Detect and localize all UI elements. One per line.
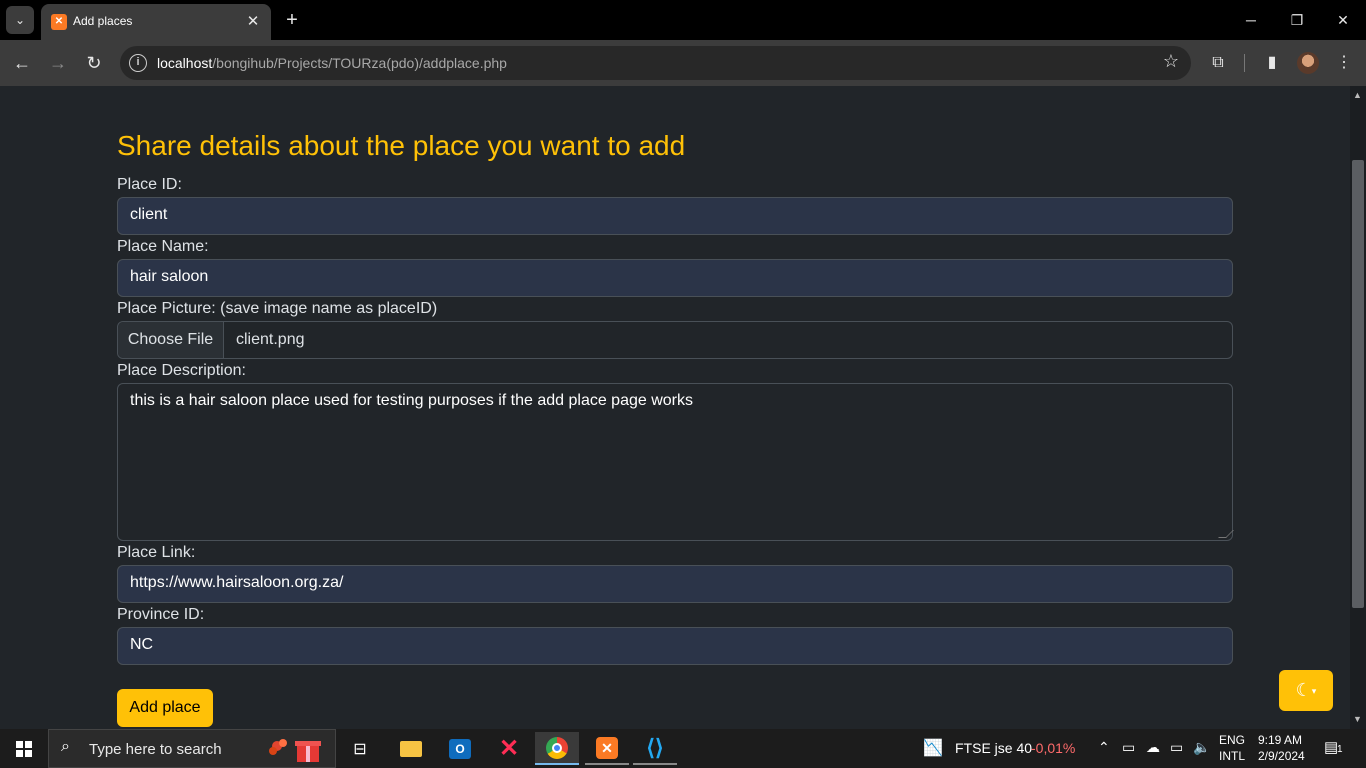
vscode-button[interactable]: ⟨⟩ <box>633 732 677 765</box>
volume-icon[interactable]: 🔈 <box>1193 739 1210 756</box>
page-title: Share details about the place you want t… <box>117 130 686 161</box>
page-content: Share details about the place you want t… <box>0 86 1350 729</box>
chevron-down-icon: ⌄ <box>14 13 26 27</box>
xampp-icon: ✕ <box>596 736 618 759</box>
place-name-input[interactable]: hair saloon <box>117 259 1233 297</box>
place-description-textarea[interactable]: this is a hair saloon place used for tes… <box>117 383 1234 541</box>
scroll-down-arrow-icon[interactable]: ▼ <box>1353 714 1362 724</box>
clock-date[interactable]: 2/9/2024 <box>1258 749 1305 763</box>
forward-button[interactable]: → <box>44 49 72 77</box>
extensions-icon[interactable]: ⧉ <box>1204 49 1232 77</box>
taskbar-search-box[interactable]: ⌕ Type here to search <box>48 729 336 768</box>
news-ticker-change[interactable]: -0,01% <box>1031 740 1075 756</box>
battery-icon[interactable]: ▭ <box>1170 739 1183 756</box>
xampp-favicon-icon: ✕ <box>51 14 67 30</box>
start-button[interactable] <box>0 729 48 768</box>
search-placeholder: Type here to search <box>89 741 222 758</box>
xampp-button[interactable]: ✕ <box>585 732 629 765</box>
close-window-button[interactable]: ✕ <box>1320 0 1366 40</box>
chrome-icon <box>546 736 568 759</box>
province-id-input[interactable]: NC <box>117 627 1233 665</box>
url-path: /bongihub/Projects/TOURza(pdo)/addplace.… <box>212 55 507 71</box>
place-link-input[interactable]: https://www.hairsaloon.org.za/ <box>117 565 1233 603</box>
windows-taskbar: ⌕ Type here to search ⊟ O ✕ ✕ ⟨⟩ 📉 FTSE … <box>0 729 1366 768</box>
chevron-up-icon[interactable]: ⌃ <box>1098 739 1110 756</box>
side-panel-icon[interactable]: ▮ <box>1258 49 1286 77</box>
profile-avatar[interactable] <box>1297 52 1319 74</box>
meet-now-icon[interactable]: ▭ <box>1122 739 1135 756</box>
vscode-icon: ⟨⟩ <box>646 734 664 760</box>
browser-tab-bar: ⌄ ✕ Add places ✕ + ─ ❐ ✕ <box>0 0 1366 40</box>
folder-icon <box>400 740 422 757</box>
scroll-up-arrow-icon[interactable]: ▲ <box>1353 90 1362 100</box>
theme-toggle-button[interactable]: ☾▾ <box>1279 670 1333 711</box>
tab-title: Add places <box>73 14 133 28</box>
windows-logo-icon <box>16 740 32 757</box>
bookmark-star-icon[interactable]: ☆ <box>1163 51 1179 72</box>
restore-button[interactable]: ❐ <box>1274 0 1320 40</box>
chrome-button[interactable] <box>535 732 579 765</box>
selected-file-name: client.png <box>236 331 305 348</box>
task-view-icon: ⊟ <box>353 740 367 758</box>
gift-flowers-icon <box>269 739 321 762</box>
place-id-label: Place ID: <box>117 176 182 193</box>
tab-search-button[interactable]: ⌄ <box>6 6 34 34</box>
outlook-icon: O <box>449 738 471 759</box>
toolbar-divider <box>1244 54 1245 72</box>
place-description-text: this is a hair saloon place used for tes… <box>130 392 693 409</box>
back-button[interactable]: ← <box>8 49 36 77</box>
file-explorer-button[interactable] <box>389 732 433 765</box>
minimize-button[interactable]: ─ <box>1228 0 1274 40</box>
browser-toolbar: ← → ↻ i localhost/bongihub/Projects/TOUR… <box>0 40 1366 86</box>
site-info-icon[interactable]: i <box>129 54 147 72</box>
xmind-button[interactable]: ✕ <box>487 732 531 765</box>
place-id-input[interactable]: client <box>117 197 1233 235</box>
url-host: localhost <box>157 55 213 71</box>
place-picture-label: Place Picture: (save image name as place… <box>117 300 438 317</box>
x-app-icon: ✕ <box>498 735 520 762</box>
caret-down-icon: ▾ <box>1311 685 1317 696</box>
province-id-label: Province ID: <box>117 606 205 623</box>
clock-time[interactable]: 9:19 AM <box>1258 733 1302 747</box>
search-icon: ⌕ <box>61 738 70 755</box>
add-place-button[interactable]: Add place <box>117 689 213 727</box>
scroll-thumb[interactable] <box>1352 160 1364 608</box>
task-view-button[interactable]: ⊟ <box>338 732 382 765</box>
moon-icon: ☾ <box>1295 680 1312 700</box>
resize-grip-icon[interactable] <box>1218 530 1234 538</box>
place-link-label: Place Link: <box>117 544 196 561</box>
cloud-icon[interactable]: ☁ <box>1146 739 1160 756</box>
notification-center-button[interactable]: ▤ 1 <box>1324 738 1346 758</box>
news-ticker-name[interactable]: FTSE jse 40 <box>955 740 1032 756</box>
page-scrollbar[interactable]: ▲ ▼ <box>1350 86 1366 729</box>
place-picture-file-input[interactable]: Choose File client.png <box>117 321 1233 359</box>
new-tab-button[interactable]: + <box>280 8 304 32</box>
menu-kebab-icon[interactable]: ⋮ <box>1330 49 1358 77</box>
reload-button[interactable]: ↻ <box>80 49 108 77</box>
url-text[interactable]: localhost/bongihub/Projects/TOURza(pdo)/… <box>157 55 507 71</box>
notification-count: 1 <box>1337 744 1343 755</box>
place-name-label: Place Name: <box>117 238 209 255</box>
place-description-label: Place Description: <box>117 362 246 379</box>
address-bar[interactable]: i localhost/bongihub/Projects/TOURza(pdo… <box>120 46 1191 80</box>
language-indicator[interactable]: ENG <box>1219 733 1245 747</box>
outlook-button[interactable]: O <box>438 732 482 765</box>
choose-file-button[interactable]: Choose File <box>118 322 224 358</box>
keyboard-layout-indicator[interactable]: INTL <box>1219 749 1245 763</box>
stock-chart-icon: 📉 <box>923 740 943 757</box>
close-tab-icon[interactable]: ✕ <box>243 12 263 32</box>
browser-tab[interactable]: ✕ Add places ✕ <box>41 4 271 40</box>
